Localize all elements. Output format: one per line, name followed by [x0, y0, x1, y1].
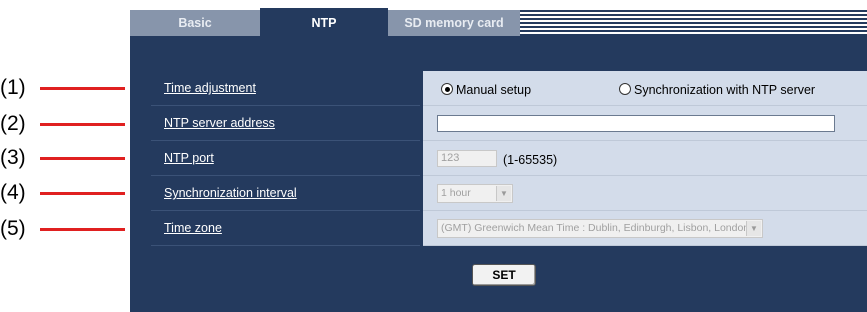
row-label-cell: Time adjustment — [151, 71, 420, 106]
tab-ntp[interactable]: NTP — [260, 8, 388, 38]
select-value: (GMT) Greenwich Mean Time : Dublin, Edin… — [441, 222, 750, 234]
row-ntp-server-address: NTP server address — [151, 106, 867, 141]
ntp-port-link[interactable]: NTP port — [164, 151, 214, 165]
chevron-down-icon: ▼ — [746, 221, 761, 236]
select-value: 1 hour — [441, 187, 471, 199]
callout-line — [40, 157, 125, 160]
tab-bar: Basic NTP SD memory card — [130, 0, 867, 38]
callout-5: (5) — [0, 217, 130, 240]
callout-1: (1) — [0, 76, 130, 99]
row-time-adjustment: Time adjustment Manual setup Synchroniza… — [151, 71, 867, 106]
manual-setup-radio[interactable]: Manual setup — [441, 82, 531, 97]
callout-4: (4) — [0, 181, 130, 204]
tab-bar-decoration — [520, 10, 867, 36]
callout-3: (3) — [0, 146, 130, 169]
callout-2: (2) — [0, 112, 130, 135]
tab-label: SD memory card — [404, 16, 504, 30]
tab-sd-memory-card[interactable]: SD memory card — [388, 10, 520, 36]
callout-line — [40, 123, 125, 126]
sync-interval-select[interactable]: 1 hour ▼ — [437, 184, 513, 203]
callout-number: (1) — [0, 76, 26, 99]
radio-selected-icon — [441, 83, 453, 95]
row-label-cell: Synchronization interval — [151, 176, 420, 211]
radio-unselected-icon — [619, 83, 631, 95]
row-value-cell: 123 (1-65535) — [423, 141, 867, 176]
row-value-cell — [423, 106, 867, 141]
ntp-server-address-input[interactable] — [437, 115, 835, 132]
chevron-down-icon: ▼ — [496, 186, 511, 201]
row-ntp-port: NTP port 123 (1-65535) — [151, 141, 867, 176]
set-button[interactable]: SET — [472, 264, 536, 286]
time-zone-link[interactable]: Time zone — [164, 221, 222, 235]
row-label-cell: NTP port — [151, 141, 420, 176]
callout-number: (4) — [0, 181, 26, 204]
time-adjustment-link[interactable]: Time adjustment — [164, 81, 256, 95]
tab-label: Basic — [178, 16, 212, 30]
callout-number: (3) — [0, 146, 26, 169]
callout-line — [40, 87, 125, 90]
row-value-cell: 1 hour ▼ — [423, 176, 867, 211]
row-label-cell: Time zone — [151, 211, 420, 246]
row-value-cell: (GMT) Greenwich Mean Time : Dublin, Edin… — [423, 211, 867, 246]
ntp-port-input[interactable]: 123 — [437, 150, 497, 167]
time-zone-select[interactable]: (GMT) Greenwich Mean Time : Dublin, Edin… — [437, 219, 763, 238]
callout-line — [40, 228, 125, 231]
tab-basic[interactable]: Basic — [130, 10, 260, 36]
radio-label: Manual setup — [456, 83, 532, 97]
settings-panel: Basic NTP SD memory card Time adjustment… — [130, 0, 867, 312]
row-value-cell: Manual setup Synchronization with NTP se… — [423, 71, 867, 106]
tab-label: NTP — [311, 16, 337, 30]
ntp-server-address-link[interactable]: NTP server address — [164, 116, 275, 130]
row-time-zone: Time zone (GMT) Greenwich Mean Time : Du… — [151, 211, 867, 246]
port-range-hint: (1-65535) — [503, 153, 558, 167]
row-sync-interval: Synchronization interval 1 hour ▼ — [151, 176, 867, 211]
ntp-sync-radio[interactable]: Synchronization with NTP server — [619, 82, 815, 97]
radio-label: Synchronization with NTP server — [634, 83, 816, 97]
callout-number: (5) — [0, 217, 26, 240]
callout-line — [40, 192, 125, 195]
sync-interval-link[interactable]: Synchronization interval — [164, 186, 297, 200]
callout-number: (2) — [0, 112, 26, 135]
row-label-cell: NTP server address — [151, 106, 420, 141]
